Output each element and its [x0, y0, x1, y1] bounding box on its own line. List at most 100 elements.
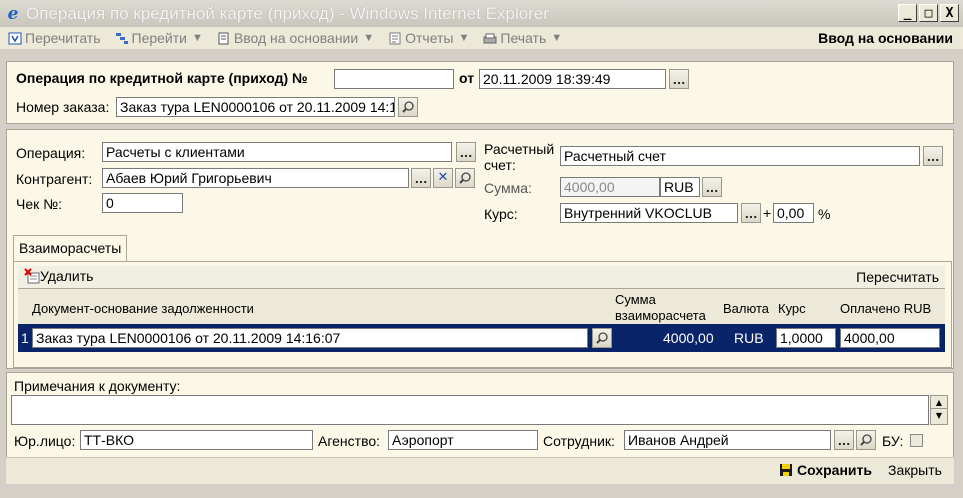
create-based-on-label: Ввод на основании	[233, 30, 359, 46]
counterparty-input[interactable]: Абаев Юрий Григорьевич	[102, 168, 409, 188]
order-input[interactable]: Заказ тура LEN0000106 от 20.11.2009 14:1…	[116, 97, 395, 117]
print-menu[interactable]: Печать ▼	[483, 30, 562, 46]
grid-header: Документ-основание задолженности Сумма в…	[18, 288, 945, 324]
rate-select-button[interactable]: ...	[741, 203, 761, 223]
print-label: Печать	[500, 30, 547, 46]
row-doc-input[interactable]: Заказ тура LEN0000106 от 20.11.2009 14:1…	[32, 328, 588, 348]
notes-scrollbar[interactable]: ▲ ▼	[930, 395, 948, 425]
agency-label: Агенство:	[318, 433, 381, 449]
legal-input[interactable]: ТТ-ВКО	[80, 430, 313, 450]
sum-input[interactable]: 4000,00	[560, 177, 660, 197]
maximize-button[interactable]: □	[919, 4, 938, 22]
order-search-button[interactable]	[398, 97, 418, 117]
footer-bar: Сохранить Закрыть	[6, 457, 954, 484]
printer-icon	[483, 32, 497, 45]
account-input[interactable]: Расчетный счет	[560, 146, 920, 166]
search-icon	[860, 434, 872, 446]
scroll-down-icon[interactable]: ▼	[931, 409, 947, 422]
create-based-on-menu[interactable]: Ввод на основании ▼	[217, 30, 374, 46]
document-icon	[217, 32, 231, 45]
counterparty-search-button[interactable]	[455, 168, 475, 188]
save-button[interactable]: Сохранить	[779, 462, 872, 478]
scroll-up-icon[interactable]: ▲	[931, 396, 947, 409]
close-window-button[interactable]: X	[940, 4, 959, 22]
rate-input[interactable]: Внутренний VKOCLUB	[560, 203, 738, 223]
row-paid-input[interactable]: 4000,00	[840, 328, 940, 348]
counterparty-select-button[interactable]: ...	[411, 168, 431, 188]
operation-label: Операция:	[16, 145, 86, 161]
settlements-panel: Удалить Пересчитать Документ-основание з…	[13, 261, 952, 368]
agency-input[interactable]: Аэропорт	[388, 430, 538, 450]
check-label: Чек №:	[16, 196, 63, 212]
row-doc-search-button[interactable]	[592, 328, 612, 348]
rate-percent-input[interactable]: 0,00	[773, 203, 814, 223]
chevron-down-icon: ▼	[192, 32, 203, 44]
counterparty-clear-button[interactable]: ✕	[433, 168, 453, 188]
search-icon	[459, 172, 471, 184]
notes-textarea[interactable]	[11, 395, 929, 425]
account-select-button[interactable]: ...	[923, 146, 943, 166]
delete-button[interactable]: Удалить	[24, 268, 93, 284]
operation-input[interactable]: Расчеты с клиентами	[102, 142, 452, 162]
bu-label: БУ:	[882, 433, 904, 449]
minimize-button[interactable]: _	[898, 4, 917, 22]
save-label: Сохранить	[797, 462, 872, 478]
refresh-icon	[8, 32, 22, 45]
operation-select-button[interactable]: ...	[456, 142, 476, 162]
goto-label: Перейти	[131, 30, 187, 46]
row-currency: RUB	[734, 330, 764, 346]
delete-label: Удалить	[40, 268, 94, 284]
col-sum-line2: взаиморасчета	[615, 308, 706, 323]
bu-checkbox[interactable]	[910, 434, 923, 447]
date-input[interactable]: 20.11.2009 18:39:49	[479, 69, 666, 89]
chevron-down-icon: ▼	[458, 32, 470, 44]
row-rate-input[interactable]: 1,0000	[776, 328, 836, 348]
goto-icon	[115, 32, 129, 45]
window-title: Операция по кредитной карте (приход) - W…	[26, 3, 549, 23]
col-paid: Оплачено RUB	[840, 301, 932, 316]
employee-search-button[interactable]	[856, 430, 876, 450]
toolbar: Перечитать Перейти ▼ Ввод на основании ▼…	[0, 27, 963, 49]
col-rate: Курс	[778, 301, 806, 316]
notes-label: Примечания к документу:	[14, 378, 181, 394]
table-row[interactable]: 1 Заказ тура LEN0000106 от 20.11.2009 14…	[18, 324, 945, 352]
close-button[interactable]: Закрыть	[888, 462, 942, 478]
counterparty-label: Контрагент:	[16, 171, 93, 187]
recalc-button[interactable]: Пересчитать	[856, 269, 939, 285]
row-number: 1	[21, 330, 29, 346]
reread-button[interactable]: Перечитать	[8, 30, 101, 46]
reports-menu[interactable]: Отчеты ▼	[388, 30, 469, 46]
rate-label: Курс:	[484, 206, 518, 222]
chevron-down-icon: ▼	[551, 32, 563, 44]
title-bar: e Операция по кредитной карте (приход) -…	[0, 0, 963, 27]
currency-input[interactable]: RUB	[660, 177, 700, 197]
employee-label: Сотрудник:	[543, 433, 615, 449]
search-icon	[402, 101, 414, 113]
account-label-line1: Расчетный	[484, 141, 555, 157]
check-input[interactable]: 0	[102, 193, 183, 213]
tab-settlements[interactable]: Взаиморасчеты	[13, 235, 127, 261]
search-icon	[596, 332, 608, 344]
row-sum: 4000,00	[663, 330, 714, 346]
save-icon	[780, 464, 792, 476]
document-number-input[interactable]	[334, 69, 454, 89]
reread-label: Перечитать	[25, 30, 101, 46]
rate-percent-sign: %	[818, 206, 831, 222]
sum-label: Сумма:	[484, 180, 532, 196]
order-label: Номер заказа:	[16, 99, 110, 115]
goto-menu[interactable]: Перейти ▼	[115, 30, 203, 46]
chevron-down-icon: ▼	[363, 32, 375, 44]
currency-select-button[interactable]: ...	[702, 177, 722, 197]
col-doc: Документ-основание задолженности	[32, 301, 254, 316]
create-based-on-link[interactable]: Ввод на основании	[818, 30, 953, 46]
rate-plus: +	[763, 205, 772, 221]
grid-toolbar: Удалить Пересчитать	[18, 266, 945, 288]
date-picker-button[interactable]: ...	[669, 69, 689, 89]
employee-input[interactable]: Иванов Андрей	[624, 430, 831, 450]
reports-label: Отчеты	[405, 30, 454, 46]
report-icon	[388, 32, 402, 45]
delete-row-icon	[24, 268, 40, 284]
col-currency: Валюта	[723, 301, 769, 316]
account-label-line2: счет:	[484, 157, 516, 173]
employee-select-button[interactable]: ...	[834, 430, 854, 450]
